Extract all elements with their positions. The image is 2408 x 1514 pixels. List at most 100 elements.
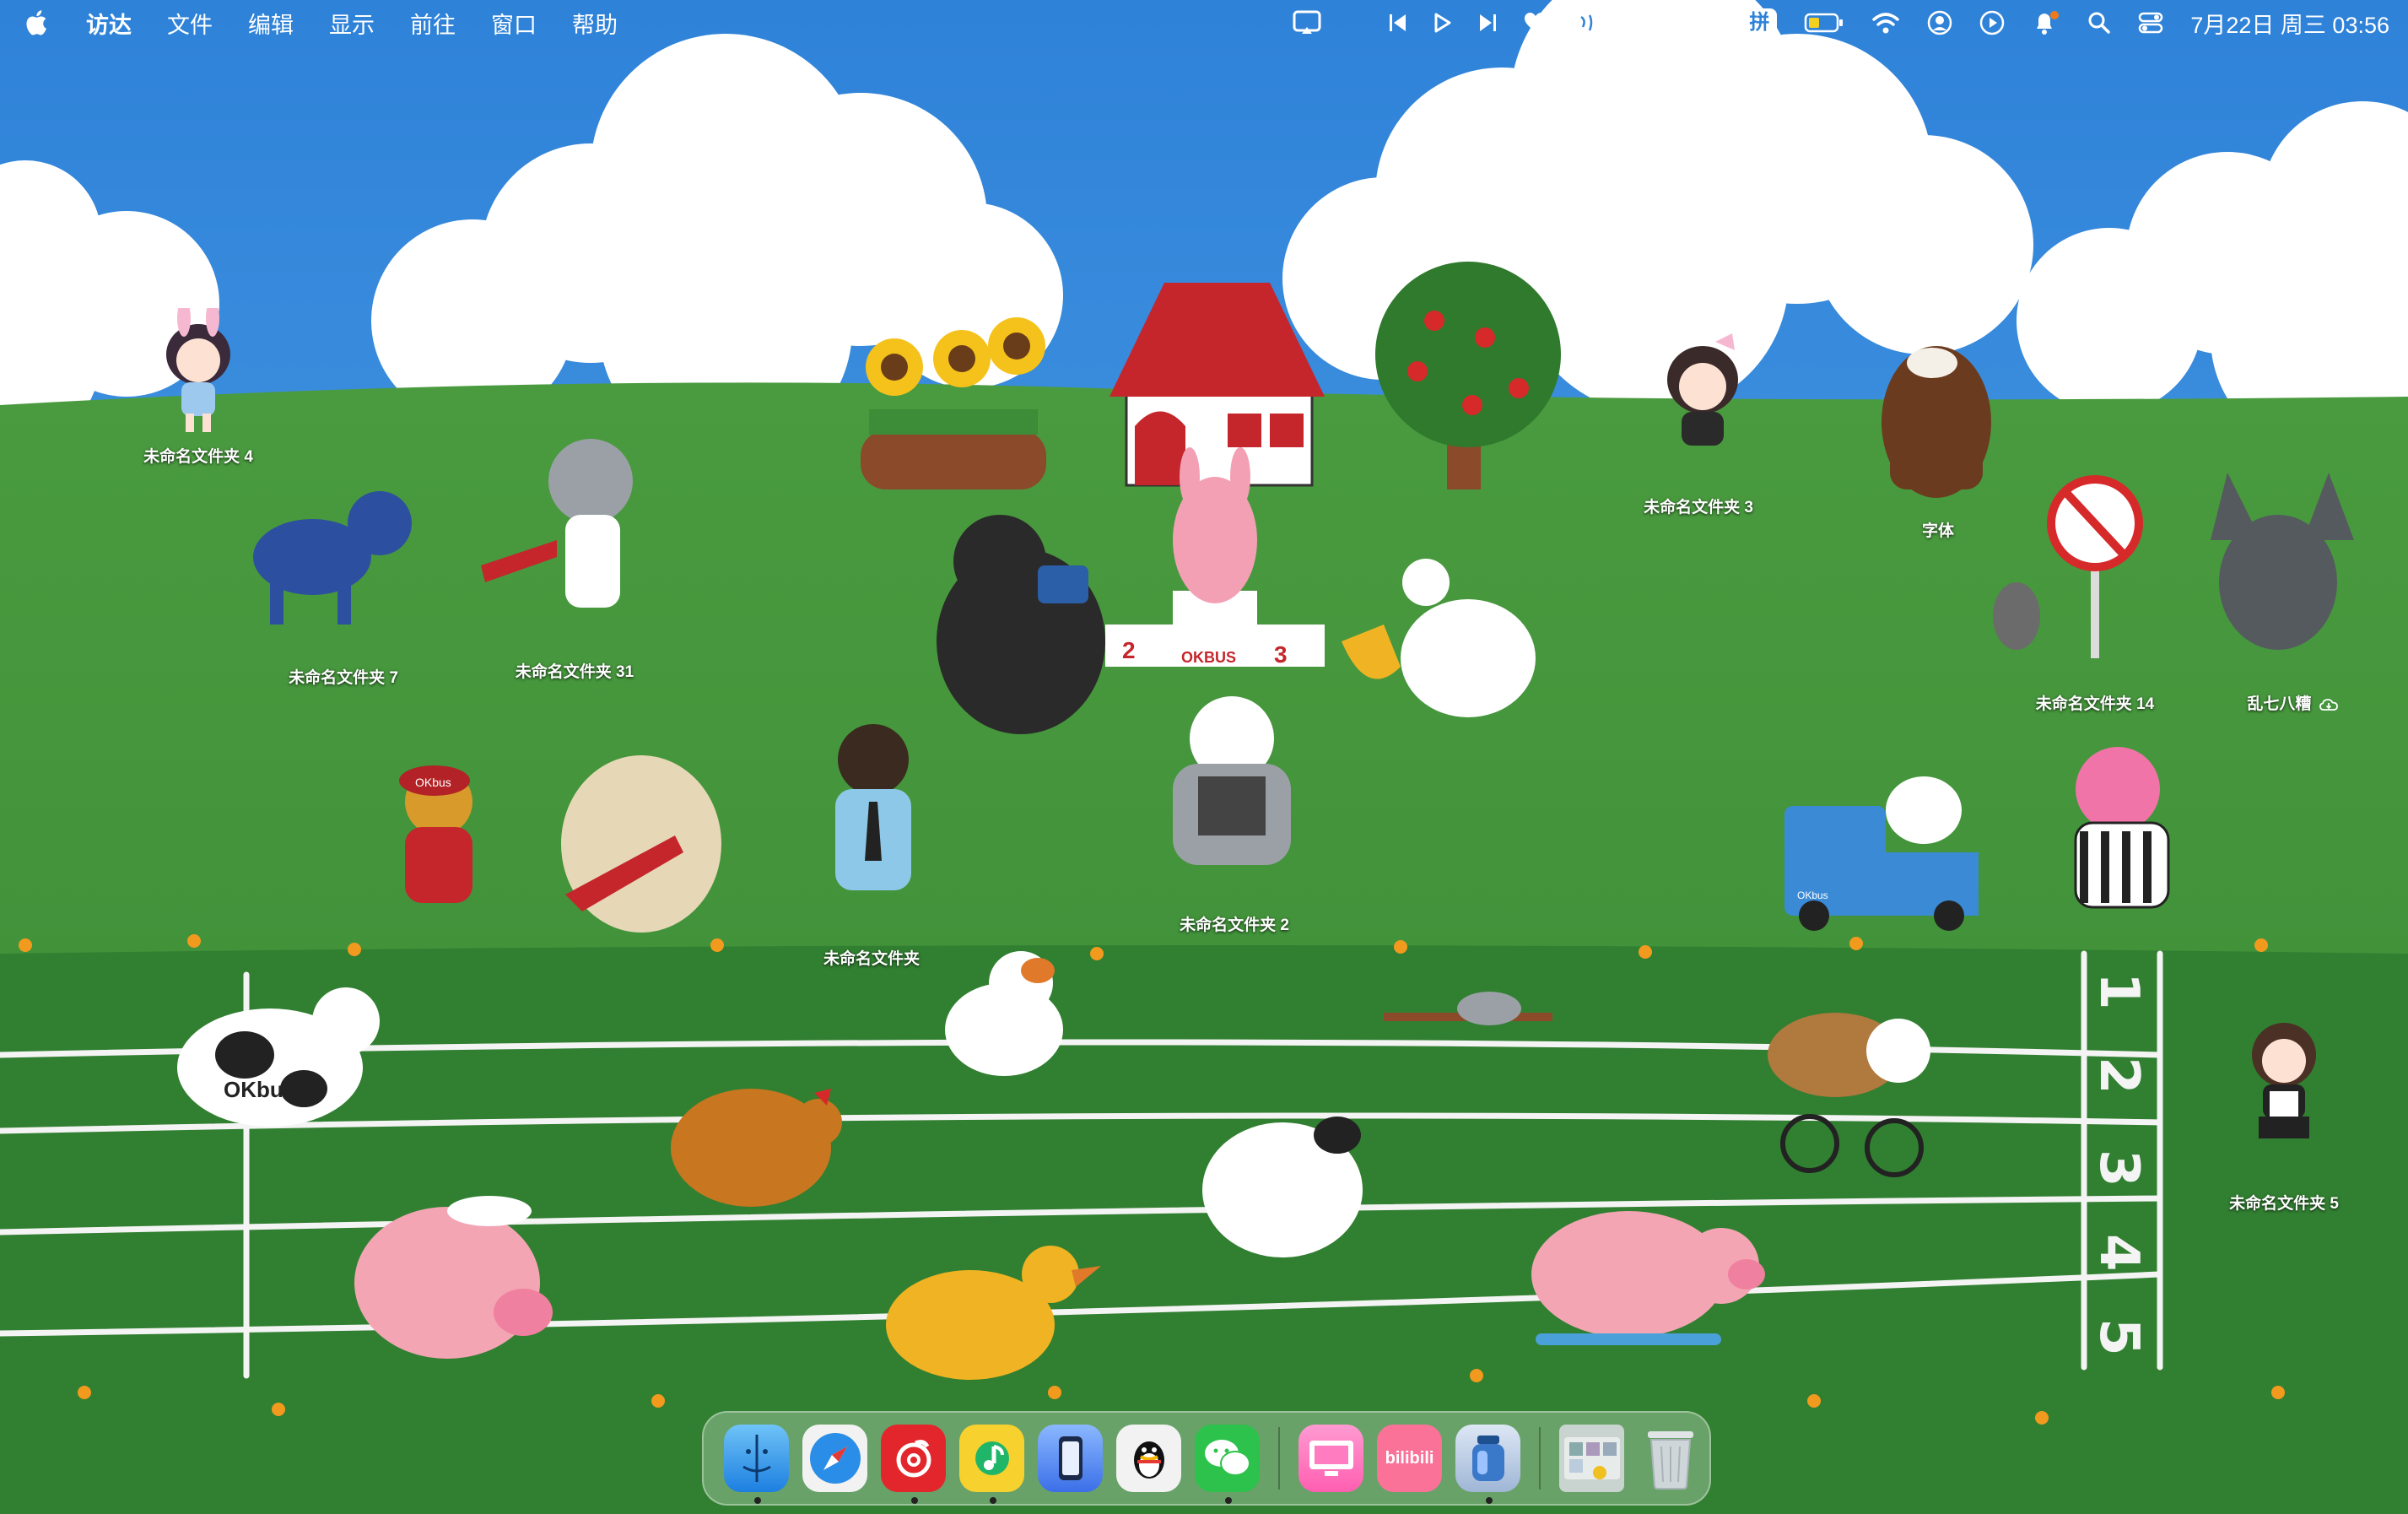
- menu-window[interactable]: 窗口: [491, 7, 537, 40]
- dock-netease-music[interactable]: [881, 1425, 947, 1504]
- desktop-folder-5-label: 未命名文件夹 5: [2229, 1195, 2339, 1213]
- menu-clock[interactable]: 7月22日 周三 03:56: [2190, 7, 2389, 40]
- spotlight-search-icon[interactable]: [2087, 11, 2111, 35]
- menu-app-finder[interactable]: 访达: [86, 7, 132, 40]
- desktop-folder-untitled-label: 未命名文件夹: [823, 950, 920, 968]
- globe-icon[interactable]: [1574, 10, 1600, 35]
- desktop-folder-5[interactable]: 未命名文件夹 5: [2191, 979, 2377, 1214]
- bear-tag-text: OKbus: [415, 776, 451, 789]
- dock-cleanmymac[interactable]: [1298, 1425, 1364, 1492]
- podium-label-3: 3: [1274, 641, 1288, 668]
- dock-trash[interactable]: [1638, 1425, 1703, 1492]
- desktop-folder-misc-text: 乱七八糟: [2247, 695, 2312, 713]
- control-center-icon[interactable]: [2138, 11, 2163, 35]
- input-method-label: 拼: [1741, 8, 1778, 37]
- dock-separator: [1278, 1427, 1281, 1490]
- desktop-folder-fonts-label: 字体: [1921, 522, 1954, 540]
- netease-music-icon: [896, 1440, 931, 1478]
- battery-icon[interactable]: [1804, 12, 1844, 34]
- blue-dog-thumbnail-icon: [280, 635, 407, 660]
- podium-label-okbus: OKBUS: [1181, 649, 1236, 666]
- desktop-folder-7[interactable]: 未命名文件夹 7: [251, 635, 436, 688]
- jar-app-running-dot: [1486, 1497, 1493, 1504]
- iku-menu-text[interactable]: iKu: [1627, 11, 1660, 35]
- icloud-download-icon[interactable]: [2319, 698, 2338, 711]
- doberman-police-illustration: [835, 724, 911, 890]
- finder-icon: [742, 1435, 771, 1482]
- qq-penguin-icon: [1133, 1441, 1164, 1479]
- menu-bar: 访达 文件 编辑 显示 前往 窗口 帮助 iKu 拼 7月22日 周三 03:5…: [0, 0, 2408, 46]
- desktop-wallpaper: 1 2 3 4 5 2 OKBUS 3 OKbus OKbus OKbus: [0, 0, 2408, 1514]
- desktop-folder-2-label: 未命名文件夹 2: [1180, 917, 1289, 934]
- media-play-circle-icon[interactable]: [1979, 10, 2005, 35]
- lane-number-2: 2: [2087, 1057, 2150, 1095]
- jar-icon: [1471, 1436, 1504, 1481]
- desktop-folder-misc-label: 乱七八糟: [2200, 691, 2385, 714]
- qq-music-running-dot: [990, 1497, 997, 1504]
- cow-text: OKbus: [224, 1077, 295, 1102]
- desktop-folder-fonts[interactable]: 字体: [1845, 513, 2031, 541]
- mouse-doctor-thumbnail-icon: [511, 629, 638, 654]
- dock-wechat[interactable]: [1195, 1425, 1261, 1504]
- desktop-folder-3-label: 未命名文件夹 3: [1644, 499, 1753, 516]
- dock-bilibili[interactable]: bilibili: [1377, 1425, 1443, 1492]
- dock-separator-2: [1539, 1427, 1541, 1490]
- anime-girl-maid-thumbnail-icon: [2252, 1023, 2316, 1138]
- anime-girl-bow-thumbnail-icon: [1667, 333, 1738, 446]
- input-method-badge[interactable]: 拼: [1741, 8, 1778, 37]
- dock-downloads-stack[interactable]: [1559, 1425, 1625, 1492]
- desktop-folder-31[interactable]: 未命名文件夹 31: [482, 629, 667, 682]
- menu-view[interactable]: 显示: [329, 7, 375, 40]
- bear-okbus-illustration: OKbus: [399, 765, 472, 903]
- menu-go[interactable]: 前往: [410, 7, 456, 40]
- play-icon[interactable]: [1434, 13, 1451, 33]
- netease-running-dot: [911, 1497, 919, 1504]
- downloads-stack-icon: [1563, 1437, 1620, 1479]
- truck-text: OKbus: [1797, 889, 1828, 901]
- menu-file[interactable]: 文件: [167, 7, 213, 40]
- desktop-folder-4[interactable]: 未命名文件夹 4: [105, 300, 291, 467]
- desktop-folder-untitled[interactable]: 未命名文件夹: [779, 916, 964, 969]
- wechat-running-dot: [1225, 1497, 1233, 1504]
- menu-help[interactable]: 帮助: [572, 7, 618, 40]
- dock-iphone-mirroring[interactable]: [1038, 1425, 1104, 1492]
- desktop-folder-14[interactable]: 未命名文件夹 14: [2002, 686, 2188, 714]
- horse-illustration: [1882, 346, 1991, 498]
- next-track-icon[interactable]: [1478, 13, 1497, 33]
- monitor-app-icon: [1309, 1441, 1353, 1476]
- cat-referee-illustration: [2074, 747, 2170, 909]
- desktop-folder-14-label: 未命名文件夹 14: [2035, 695, 2155, 713]
- display-icon[interactable]: [1686, 10, 1714, 35]
- apple-logo-icon[interactable]: [24, 8, 52, 37]
- desktop-folder-2[interactable]: 未命名文件夹 2: [1142, 882, 1327, 935]
- desktop-folder-4-label: 未命名文件夹 4: [143, 448, 253, 466]
- wechat-bubbles-icon: [1204, 1440, 1250, 1476]
- desktop-folder-7-label: 未命名文件夹 7: [289, 669, 398, 687]
- podium-label-2: 2: [1122, 637, 1136, 663]
- finder-running-dot: [754, 1497, 761, 1504]
- anime-girl-bunny-thumbnail-icon: [166, 300, 230, 432]
- wifi-icon[interactable]: [1871, 11, 1900, 35]
- menu-edit[interactable]: 编辑: [248, 7, 294, 40]
- dock-finder[interactable]: [724, 1425, 790, 1504]
- heart-icon[interactable]: [1524, 12, 1547, 34]
- dock: bilibili: [702, 1411, 1711, 1506]
- notification-bell-icon[interactable]: [2032, 10, 2060, 35]
- phone-device-icon: [1058, 1436, 1083, 1480]
- dock-qq[interactable]: [1116, 1425, 1182, 1492]
- dock-safari[interactable]: [802, 1425, 868, 1492]
- lane-number-4: 4: [2087, 1234, 2150, 1272]
- screen-mirroring-icon[interactable]: [1293, 10, 1321, 35]
- bilibili-logo-text: bilibili: [1385, 1448, 1434, 1468]
- lane-number-3: 3: [2087, 1149, 2150, 1187]
- dock-jar-app[interactable]: [1455, 1425, 1521, 1504]
- user-account-icon[interactable]: [1927, 10, 1952, 35]
- dock-qq-music[interactable]: [959, 1425, 1025, 1504]
- bulldog-thumbnail-icon: [1171, 882, 1298, 907]
- safari-compass-icon: [809, 1433, 861, 1484]
- desktop-folder-misc[interactable]: 乱七八糟: [2200, 686, 2385, 714]
- lane-number-1: 1: [2087, 972, 2150, 1010]
- desktop-folder-31-label: 未命名文件夹 31: [515, 663, 634, 681]
- previous-track-icon[interactable]: [1389, 13, 1407, 33]
- desktop-folder-3[interactable]: 未命名文件夹 3: [1606, 283, 1791, 517]
